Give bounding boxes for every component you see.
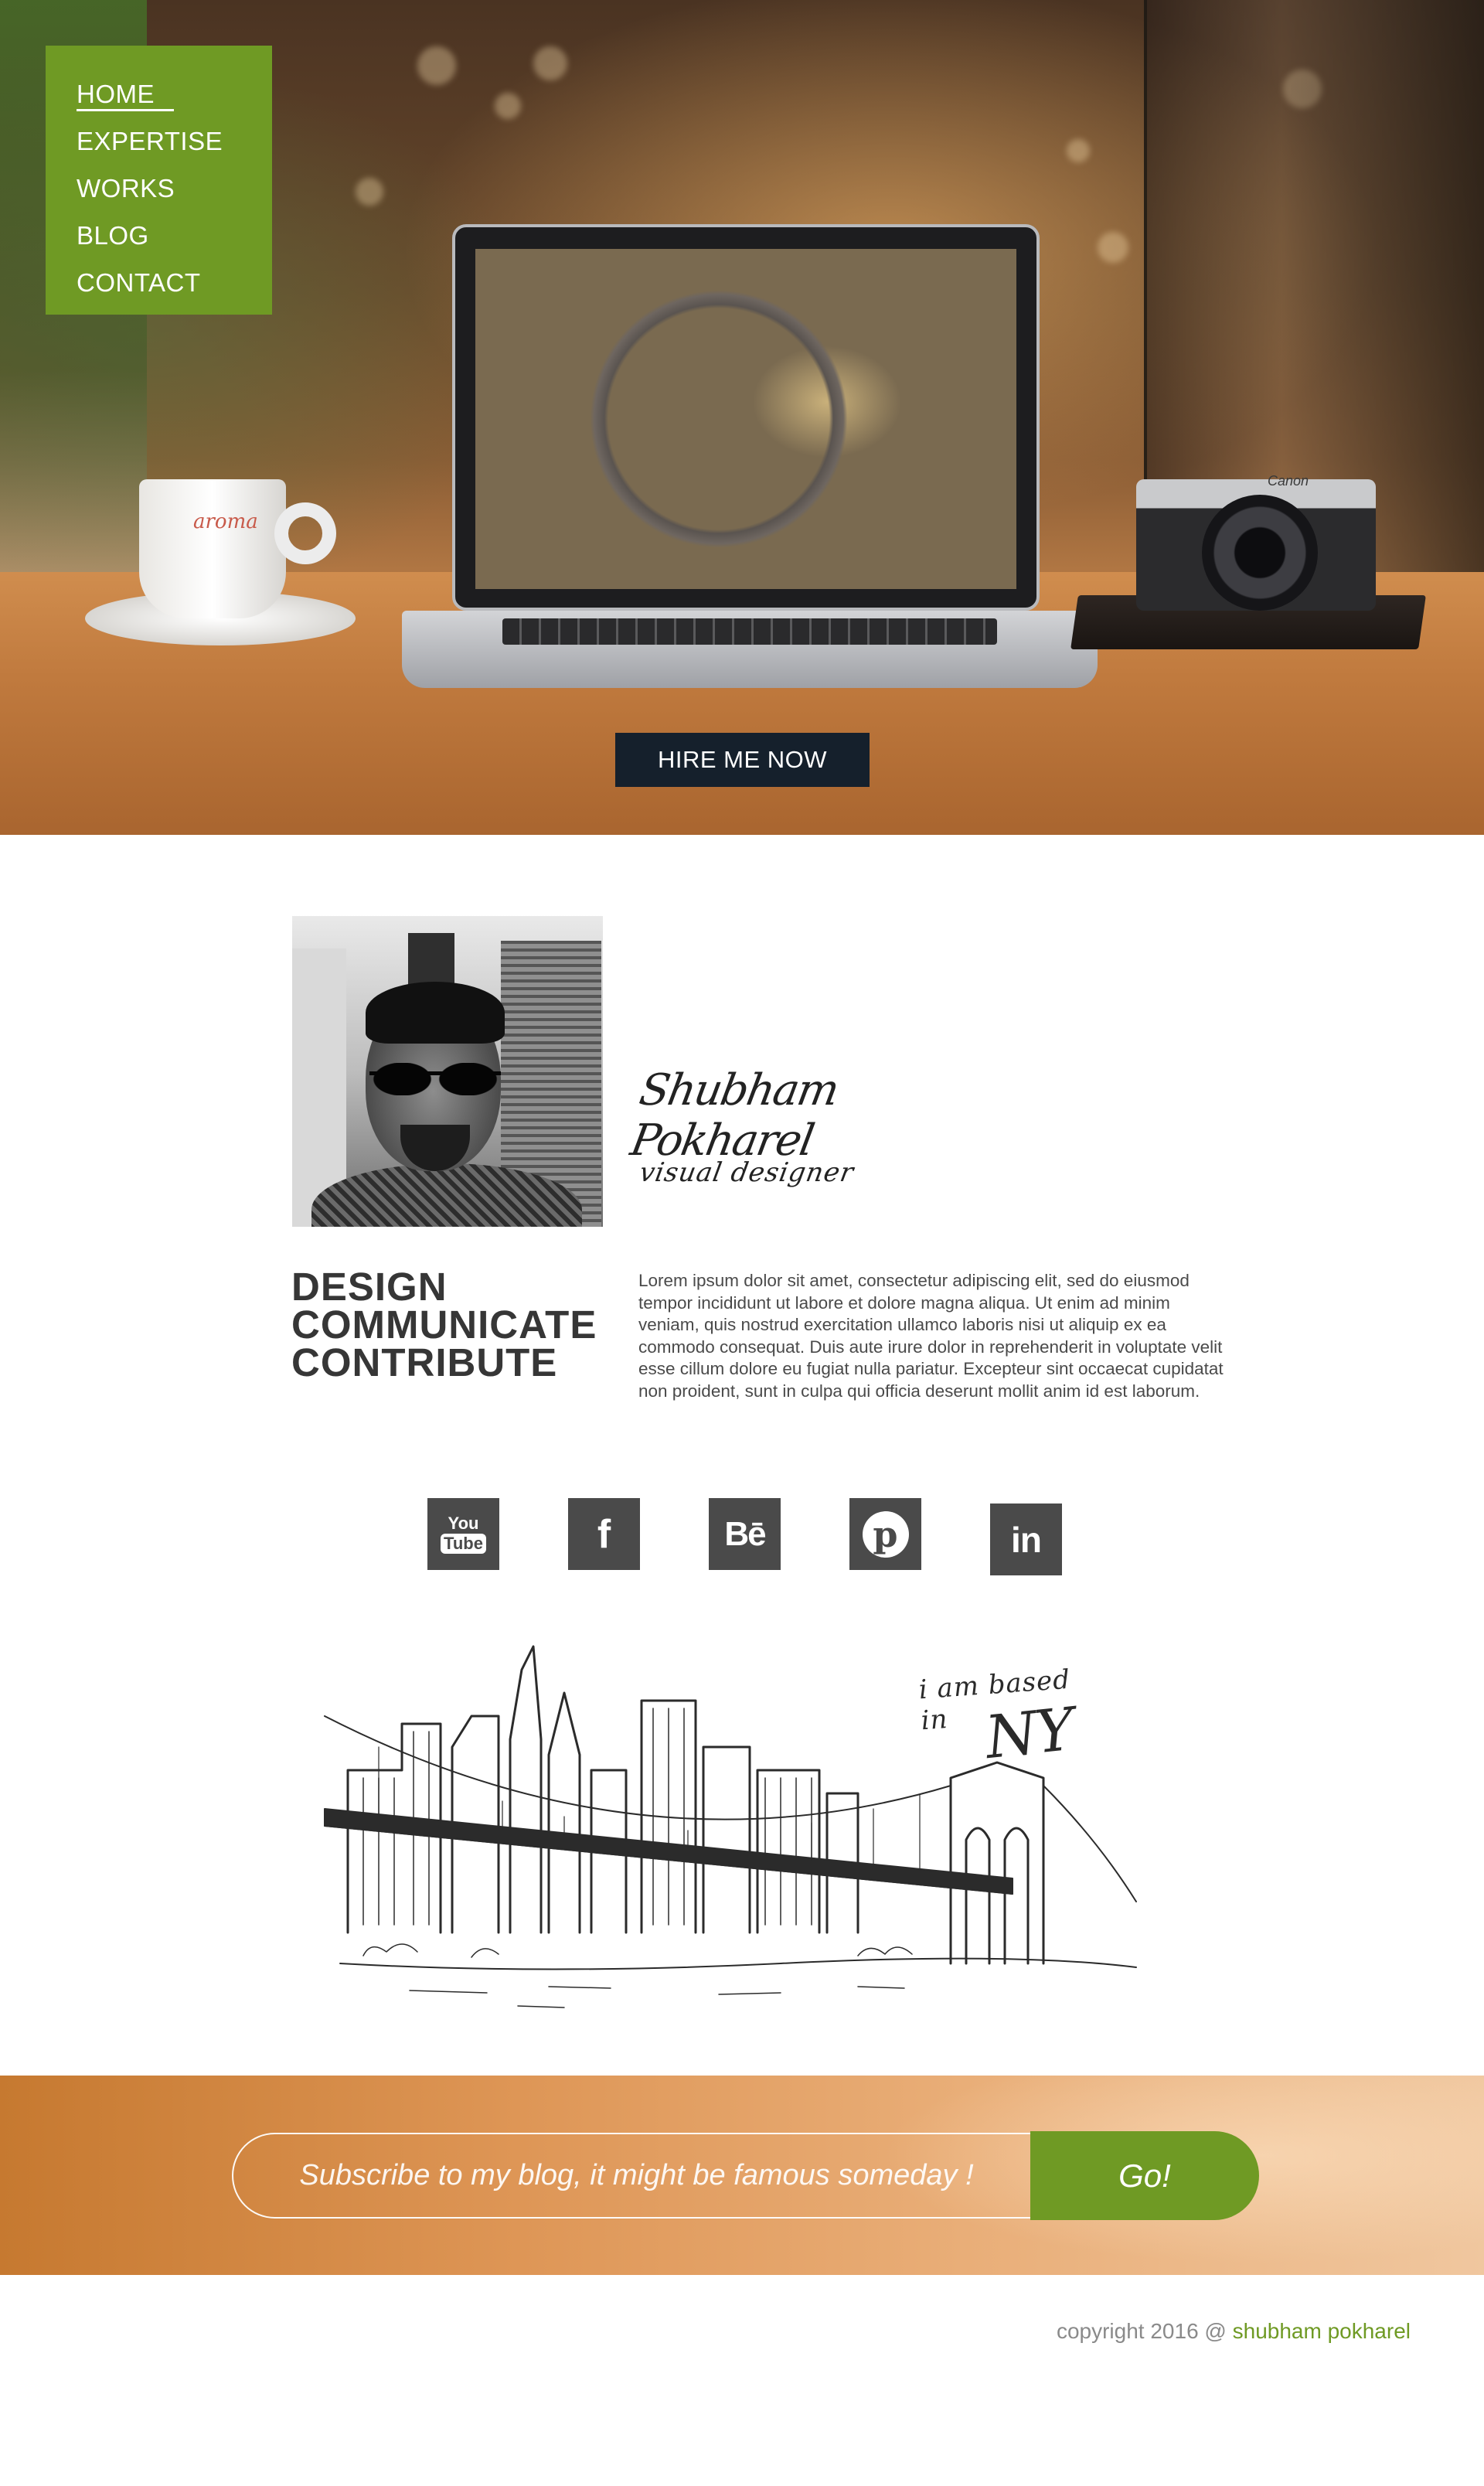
- nav-item-label: CONTACT: [77, 268, 201, 297]
- building-sketch: [702, 1745, 751, 1934]
- spire-sketch: [509, 1645, 543, 1934]
- copyright-text: copyright 2016 @: [1056, 2319, 1233, 2343]
- author-link[interactable]: shubham pokharel: [1233, 2319, 1411, 2343]
- bokeh-light: [1098, 232, 1128, 263]
- building-windows-sketch: [764, 1777, 812, 1926]
- hire-me-button[interactable]: HIRE ME NOW: [615, 733, 870, 787]
- nav-item-contact[interactable]: CONTACT: [77, 259, 272, 306]
- nav-item-works[interactable]: WORKS: [77, 165, 272, 212]
- pinterest-button[interactable]: p: [849, 1498, 921, 1570]
- linkedin-icon: in: [1011, 1519, 1042, 1560]
- person-hair: [366, 982, 505, 1044]
- laptop-keyboard: [502, 618, 997, 645]
- main-nav: HOME EXPERTISE WORKS BLOG CONTACT: [46, 46, 272, 315]
- bridge-tower-sketch: [949, 1761, 1045, 1965]
- nav-item-label: BLOG: [77, 221, 149, 250]
- ground-sketch: [339, 1957, 1137, 1970]
- tagline-heading: DESIGN COMMUNICATE CONTRIBUTE: [291, 1265, 616, 1384]
- youtube-icon-text: Tube: [441, 1533, 486, 1554]
- bokeh-light: [533, 46, 567, 80]
- subscribe-email-input[interactable]: [232, 2133, 1040, 2219]
- tagline-line: COMMUNICATE: [291, 1303, 597, 1347]
- youtube-icon: You Tube: [441, 1513, 486, 1554]
- subscribe-go-button[interactable]: Go!: [1030, 2131, 1259, 2220]
- water-sketch: [409, 1986, 905, 2008]
- camera-lens: [1202, 495, 1318, 611]
- location-city: NY: [982, 1694, 1077, 1773]
- active-underline: [77, 109, 174, 111]
- cup-handle: [274, 502, 336, 564]
- facebook-button[interactable]: f: [568, 1498, 640, 1570]
- trees-sketch: [362, 1943, 913, 1958]
- nav-item-label: EXPERTISE: [77, 127, 223, 155]
- coffee-cup: [139, 479, 286, 618]
- facebook-icon: f: [597, 1511, 611, 1557]
- youtube-icon-text: You: [448, 1513, 479, 1533]
- behance-icon: Bē: [724, 1514, 766, 1553]
- pinterest-icon: p: [862, 1510, 909, 1558]
- nav-item-label: HOME: [77, 80, 155, 108]
- nav-item-expertise[interactable]: EXPERTISE: [77, 117, 272, 165]
- nav-item-label: WORKS: [77, 174, 175, 203]
- profile-photo: [292, 916, 603, 1227]
- copyright-footer: copyright 2016 @ shubham pokharel: [928, 2319, 1411, 2344]
- nav-item-home[interactable]: HOME: [77, 70, 272, 117]
- camera-brand: Canon: [1268, 473, 1309, 489]
- signature-subtitle: visual designer: [637, 1157, 856, 1188]
- bridge-arch-sketch: [1003, 1827, 1030, 1965]
- building-sketch: [756, 1769, 821, 1934]
- behance-button[interactable]: Bē: [709, 1498, 781, 1570]
- signature: Shubham Pokharel: [627, 1065, 842, 1166]
- nav-item-blog[interactable]: BLOG: [77, 212, 272, 259]
- bokeh-light: [1067, 139, 1090, 162]
- linkedin-button[interactable]: in: [990, 1504, 1062, 1575]
- laptop-screen: [475, 249, 1016, 589]
- bridge-arch-sketch: [965, 1827, 991, 1965]
- spire-sketch: [547, 1691, 581, 1934]
- sunglasses: [369, 1063, 501, 1095]
- youtube-button[interactable]: You Tube: [427, 1498, 499, 1570]
- bokeh-light: [417, 46, 456, 85]
- bokeh-light: [495, 93, 521, 119]
- tagline-line: DESIGN: [291, 1265, 448, 1309]
- bio-paragraph: Lorem ipsum dolor sit amet, consectetur …: [638, 1271, 1224, 1401]
- cup-logo: aroma: [193, 510, 258, 533]
- bridge-cable-sketch: [1043, 1785, 1137, 1902]
- tagline-line: CONTRIBUTE: [291, 1340, 558, 1384]
- bokeh-light: [356, 178, 383, 206]
